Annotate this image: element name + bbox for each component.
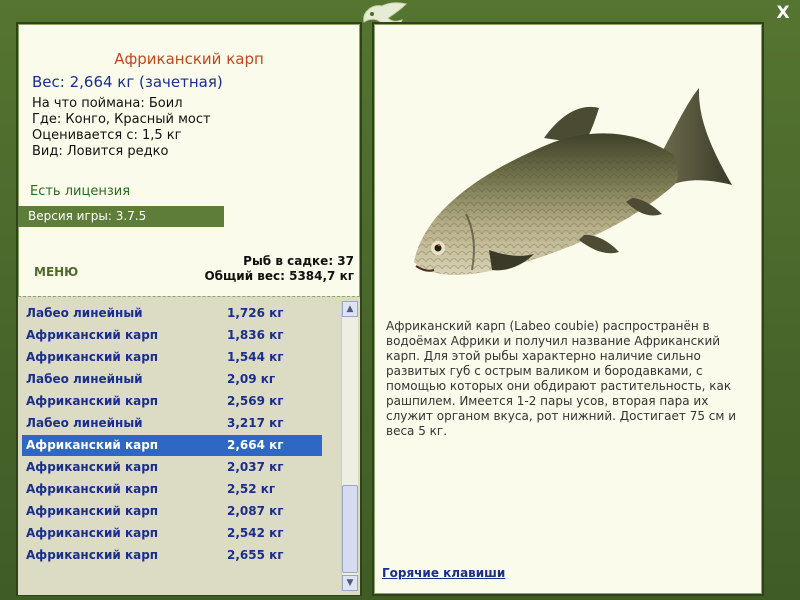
catch-fish-weight: 1,836 кг — [227, 328, 284, 342]
catch-fish-weight: 1,726 кг — [227, 306, 284, 320]
catch-fish-name: Африканский карп — [26, 548, 159, 562]
catch-fish-name: Африканский карп — [26, 460, 159, 474]
catch-fish-name: Африканский карп — [26, 504, 159, 518]
catch-fish-name: Африканский карп — [26, 438, 159, 452]
catch-fish-name: Африканский карп — [26, 350, 159, 364]
rarity-info: Вид: Ловится редко — [32, 144, 169, 159]
catch-fish-weight: 2,569 кг — [227, 394, 284, 408]
fish-description-panel: Африканский карп (Labeo coubie) распрост… — [372, 22, 764, 596]
fish-weight: Вес: 2,664 кг (зачетная) — [32, 73, 223, 91]
window-frame: X Африканский карп Вес: 2,664 кг (зачетн… — [0, 0, 800, 600]
catch-fish-name: Лабео линейный — [26, 416, 143, 430]
catch-fish-name: Африканский карп — [26, 526, 159, 540]
catch-fish-name: Лабео линейный — [26, 306, 143, 320]
catch-fish-weight: 2,664 кг — [227, 438, 284, 452]
catch-fish-name: Африканский карп — [26, 482, 159, 496]
scroll-up-arrow-icon[interactable]: ▲ — [342, 301, 358, 317]
catch-list-row[interactable]: Африканский карп 2,664 кг — [22, 435, 322, 456]
catch-fish-weight: 2,542 кг — [227, 526, 284, 540]
license-status: Есть лицензия — [30, 184, 131, 199]
catch-list-row[interactable]: Африканский карп 2,569 кг — [22, 391, 322, 412]
version-bar: Версия игры: 3.7.5 — [18, 206, 224, 227]
fish-count: Рыб в садке: 37 — [243, 254, 354, 268]
menu-button[interactable]: МЕНЮ — [34, 265, 78, 279]
catch-fish-weight: 2,52 кг — [227, 482, 276, 496]
catch-list-row[interactable]: Африканский карп 1,544 кг — [22, 347, 322, 368]
fish-description: Африканский карп (Labeo coubie) распрост… — [386, 319, 737, 438]
catch-list-row[interactable]: Африканский карп 2,087 кг — [22, 501, 322, 522]
catch-fish-name: Африканский карп — [26, 328, 159, 342]
fish-illustration — [414, 88, 732, 275]
close-button[interactable]: X — [774, 4, 792, 22]
catch-list-row[interactable]: Африканский карп 2,542 кг — [22, 523, 322, 544]
catch-fish-weight: 2,037 кг — [227, 460, 284, 474]
catch-fish-name: Лабео линейный — [26, 372, 143, 386]
hotkeys-link[interactable]: Горячие клавиши — [382, 566, 505, 580]
close-icon: X — [776, 3, 790, 23]
catch-fish-weight: 3,217 кг — [227, 416, 284, 430]
catch-list-row[interactable]: Лабео линейный 3,217 кг — [22, 413, 322, 434]
fish-title: Африканский карп — [114, 50, 264, 68]
fish-info-panel: Африканский карп Вес: 2,664 кг (зачетная… — [16, 22, 362, 596]
catch-list-row[interactable]: Африканский карп 2,037 кг — [22, 457, 322, 478]
catch-fish-name: Африканский карп — [26, 394, 159, 408]
catch-list-row[interactable]: Африканский карп 2,655 кг — [22, 545, 322, 566]
scrollbar[interactable]: ▲ ▼ — [341, 301, 358, 591]
catch-fish-weight: 2,087 кг — [227, 504, 284, 518]
location-info: Где: Конго, Красный мост — [32, 112, 211, 127]
catch-fish-weight: 2,655 кг — [227, 548, 284, 562]
scroll-down-arrow-icon[interactable]: ▼ — [342, 575, 358, 591]
min-weight-info: Оценивается с: 1,5 кг — [32, 128, 182, 143]
catch-list-row[interactable]: Лабео линейный 1,726 кг — [22, 303, 322, 324]
catch-list-row[interactable]: Африканский карп 2,52 кг — [22, 479, 322, 500]
bait-info: На что поймана: Боил — [32, 96, 183, 111]
catch-fish-weight: 1,544 кг — [227, 350, 284, 364]
catch-list: Лабео линейный 1,726 кг Африканский карп 1,… — [18, 296, 360, 595]
catch-list-row[interactable]: Африканский карп 1,836 кг — [22, 325, 322, 346]
catch-list-items: Лабео линейный 1,726 кг Африканский карп 1,… — [18, 297, 338, 595]
total-weight: Общий вес: 5384,7 кг — [204, 269, 354, 283]
catch-list-row[interactable]: Лабео линейный 2,09 кг — [22, 369, 322, 390]
catch-fish-weight: 2,09 кг — [227, 372, 276, 386]
scroll-thumb[interactable] — [342, 485, 358, 573]
